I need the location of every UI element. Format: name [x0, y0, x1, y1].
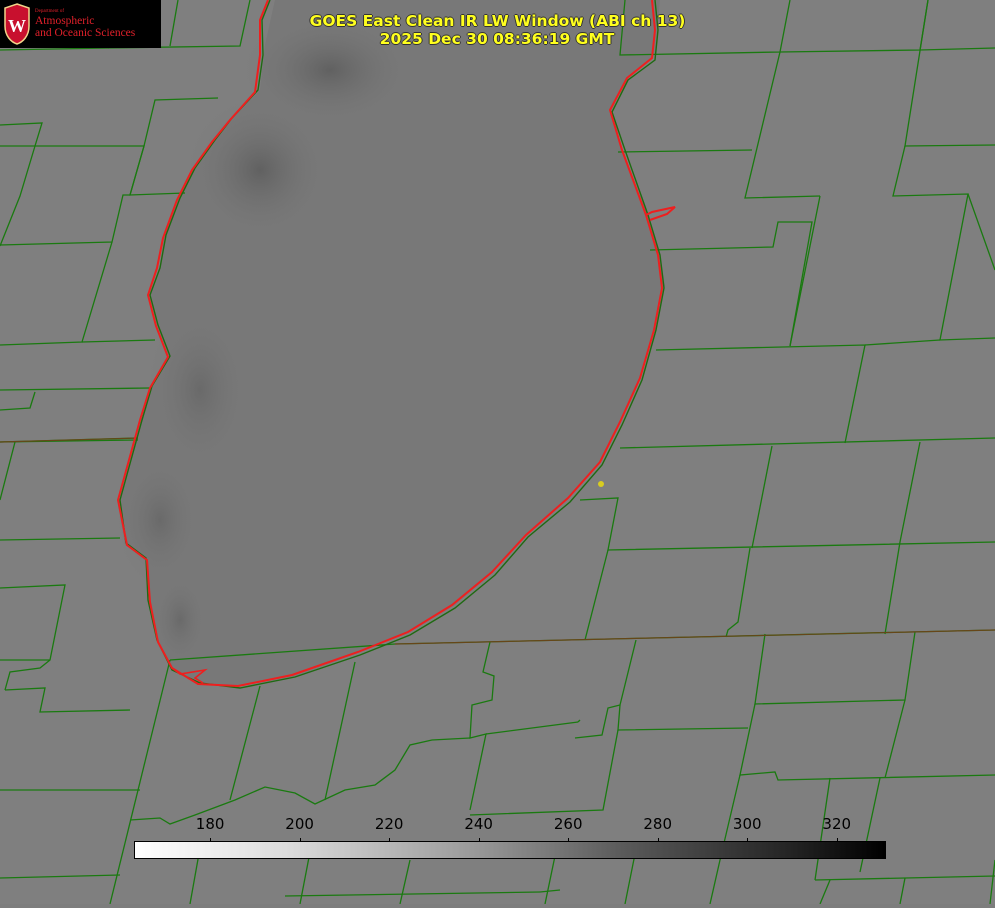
colorbar-tick-mark — [836, 838, 838, 842]
title-product: GOES East Clean IR LW Window (ABI ch 13) — [309, 12, 686, 30]
colorbar-tick-label: 200 — [285, 815, 314, 833]
image-title: GOES East Clean IR LW Window (ABI ch 13)… — [0, 12, 995, 48]
colorbar-tick-label: 300 — [732, 815, 762, 833]
colorbar-tick-mark — [389, 838, 391, 842]
colorbar-tick-label: 320 — [822, 815, 852, 833]
colorbar-tick-label: 280 — [643, 815, 673, 833]
satellite-map — [0, 0, 995, 905]
cloud-feature — [150, 570, 210, 670]
colorbar-tick-mark — [210, 838, 212, 842]
colorbar-tick-mark — [568, 838, 570, 842]
cloud-feature — [185, 95, 335, 245]
title-timestamp: 2025 Dec 30 08:36:19 GMT — [379, 30, 615, 48]
colorbar-tick-label: 240 — [464, 815, 493, 833]
colorbar — [134, 841, 886, 859]
colorbar-tick-mark — [657, 838, 659, 842]
colorbar-tick-mark — [747, 838, 749, 842]
colorbar-tick-mark — [478, 838, 480, 842]
colorbar-tick-mark — [299, 838, 301, 842]
colorbar-tick-label: 260 — [553, 815, 583, 833]
colorbar-tick-label: 220 — [374, 815, 404, 833]
site-marker — [598, 481, 604, 487]
colorbar-tick-label: 180 — [195, 815, 225, 833]
map-svg — [0, 0, 995, 905]
